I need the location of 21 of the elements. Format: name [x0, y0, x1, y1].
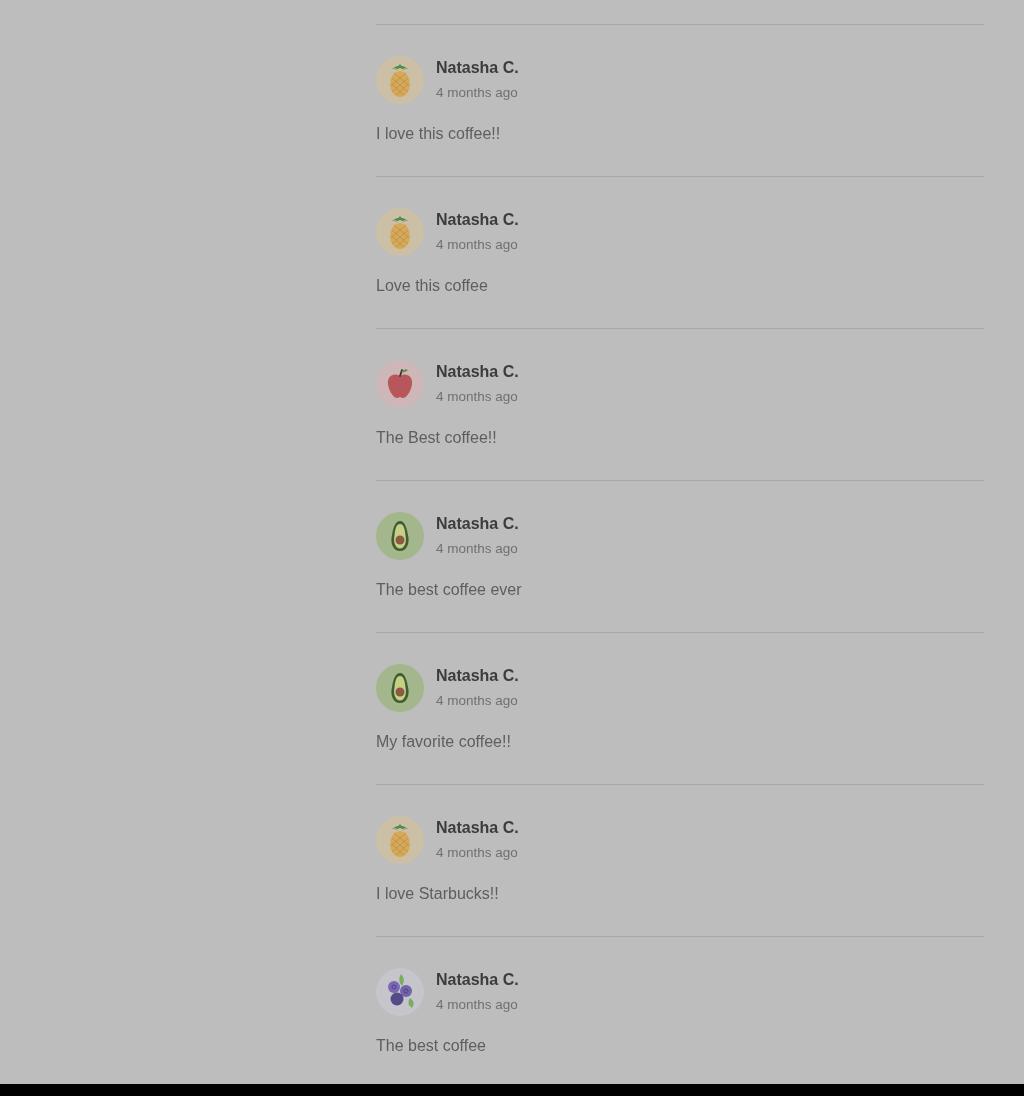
review-comment: The best coffee ever: [376, 580, 523, 600]
review-time: 4 months ago: [436, 236, 519, 254]
reviewer-name: Natasha C.: [436, 210, 519, 230]
review-comment: I love this coffee!!: [376, 124, 502, 144]
reviewer-name: Natasha C.: [436, 666, 519, 686]
review-time: 4 months ago: [436, 84, 519, 102]
review-comment: The best coffee: [376, 1036, 487, 1056]
reviewer-name: Natasha C.: [436, 362, 519, 382]
reviewer-name: Natasha C.: [436, 818, 519, 838]
review-comment: My favorite coffee!!: [376, 732, 512, 752]
reviewer-name: Natasha C.: [436, 514, 519, 534]
reviewer-name: Natasha C.: [436, 58, 519, 78]
review-comment: I love Starbucks!!: [376, 884, 500, 904]
review-comment: The Best coffee!!: [376, 428, 498, 448]
review-time: 4 months ago: [436, 844, 519, 862]
review-time: 4 months ago: [436, 692, 519, 710]
review-time: 4 months ago: [436, 996, 519, 1014]
review-time: 4 months ago: [436, 388, 519, 406]
review-time: 4 months ago: [436, 540, 519, 558]
review-comment: Love this coffee: [376, 276, 489, 296]
reviewer-name: Natasha C.: [436, 970, 519, 990]
